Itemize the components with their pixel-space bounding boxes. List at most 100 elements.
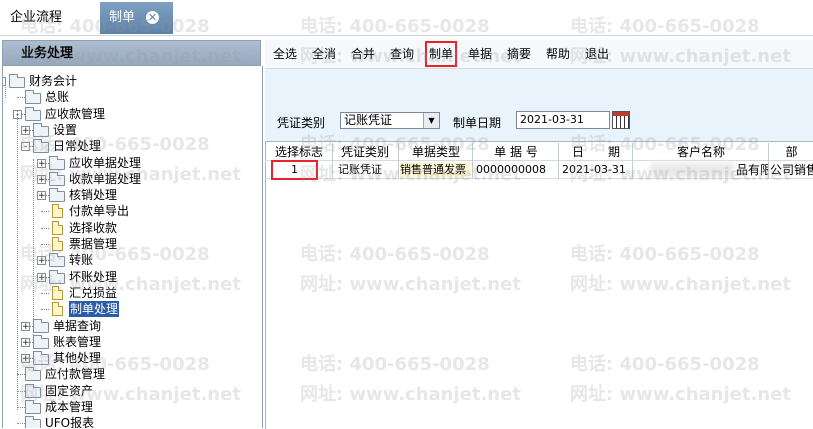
select-all-button[interactable]: 全选: [273, 45, 297, 63]
expand-icon[interactable]: +: [21, 125, 30, 135]
tree-node[interactable]: + 转账: [3, 252, 258, 268]
tree-node[interactable]: + 设置: [3, 122, 258, 138]
department-cell[interactable]: 公司销售: [770, 162, 813, 178]
expand-icon[interactable]: +: [21, 321, 30, 331]
folder-icon: [33, 139, 49, 154]
expand-icon[interactable]: +: [37, 158, 46, 168]
tree-node-label[interactable]: 日常处理: [53, 138, 101, 154]
tree-node-label[interactable]: 账表管理: [53, 334, 101, 350]
row-divider: [265, 178, 813, 179]
expand-icon[interactable]: +: [21, 337, 30, 347]
header-divider: [265, 160, 813, 161]
folder-icon: [25, 90, 41, 105]
tree-node[interactable]: - 日常处理: [3, 138, 258, 154]
voucher-type-value: 记账凭证: [344, 113, 393, 127]
tree-node[interactable]: + 单据查询: [3, 318, 258, 334]
tree-node-label[interactable]: 坏账处理: [69, 269, 117, 285]
help-button[interactable]: 帮助: [546, 45, 570, 63]
col-header-department[interactable]: 部: [770, 144, 813, 160]
select-flag-cell[interactable]: 1: [271, 160, 318, 180]
tree-node[interactable]: + 收款单据处理: [3, 171, 258, 187]
tree-node-label[interactable]: 财务会计: [29, 73, 77, 89]
tree-node-label[interactable]: 汇兑损益: [69, 285, 117, 301]
col-header-date[interactable]: 日 期: [560, 144, 632, 160]
col-header-document-type[interactable]: 单据类型: [400, 144, 472, 160]
col-header-voucher-type[interactable]: 凭证类别: [334, 144, 396, 160]
deselect-all-button[interactable]: 全消: [312, 45, 336, 63]
folder-icon: [25, 416, 41, 428]
document-number-cell[interactable]: 0000000008: [476, 162, 556, 178]
expand-icon[interactable]: +: [37, 191, 46, 201]
tree-node[interactable]: 总账: [3, 89, 258, 105]
tree-node-label[interactable]: 核销处理: [69, 187, 117, 203]
tree-node-label[interactable]: 票据管理: [69, 236, 117, 252]
tree-node[interactable]: 应付款管理: [3, 366, 258, 382]
tree-node-label[interactable]: 总账: [45, 89, 69, 105]
close-icon[interactable]: ✕: [146, 11, 159, 24]
tree-node-label[interactable]: 付款单导出: [69, 203, 129, 219]
tree-connector: [17, 97, 25, 99]
tree-node-label[interactable]: 设置: [53, 122, 77, 138]
tree-node[interactable]: + 应收单据处理: [3, 155, 258, 171]
tree-node-label[interactable]: 单据查询: [53, 318, 101, 334]
expand-icon[interactable]: +: [37, 272, 46, 282]
tab-enterprise-process[interactable]: 企业流程: [0, 0, 72, 35]
tree-node-label[interactable]: 其他处理: [53, 350, 101, 366]
voucher-type-select[interactable]: 记账凭证 ▼: [340, 112, 440, 129]
voucher-type-cell[interactable]: 记账凭证: [338, 162, 396, 178]
make-voucher-button[interactable]: 制单: [424, 41, 458, 67]
tab-label: 制单: [109, 10, 136, 25]
chevron-down-icon[interactable]: ▼: [423, 113, 439, 128]
tree-node-label[interactable]: 应付款管理: [45, 366, 105, 382]
col-header-select-flag[interactable]: 选择标志: [268, 144, 330, 160]
tree-guide: [33, 159, 34, 349]
exit-button[interactable]: 退出: [585, 45, 609, 63]
col-header-document-number[interactable]: 单 据 号: [474, 144, 558, 160]
tree-node[interactable]: + 核销处理: [3, 187, 258, 203]
tree-node[interactable]: - 应收款管理: [3, 106, 258, 122]
folder-icon: [9, 74, 25, 88]
folder-icon: [33, 334, 49, 349]
tree-node-label[interactable]: 成本管理: [45, 399, 93, 415]
col-header-customer-name[interactable]: 客户名称: [634, 144, 768, 160]
collapse-icon[interactable]: -: [21, 142, 30, 152]
voucher-date-input[interactable]: 2021-03-31: [516, 111, 610, 129]
tree-node-label[interactable]: 转账: [69, 252, 93, 268]
document-button[interactable]: 单据: [468, 45, 492, 63]
tree-node-label[interactable]: 收款单据处理: [69, 171, 141, 187]
tree-node[interactable]: UFO报表: [3, 415, 258, 428]
calendar-icon[interactable]: [612, 111, 630, 129]
tree-node[interactable]: 票据管理: [3, 236, 258, 252]
tree-node-label[interactable]: 固定资产: [45, 383, 93, 399]
tree-node-label[interactable]: 应收单据处理: [69, 155, 141, 171]
tree-node-label[interactable]: 选择收款: [69, 220, 117, 236]
tree-node-label[interactable]: 应收款管理: [45, 106, 105, 122]
summary-button[interactable]: 摘要: [507, 45, 531, 63]
tree-connector: [41, 211, 49, 213]
query-button[interactable]: 查询: [390, 45, 414, 63]
tree-node[interactable]: + 其他处理: [3, 350, 258, 366]
tree-node[interactable]: 汇兑损益: [3, 285, 258, 301]
document-icon: [52, 237, 63, 251]
tree-node[interactable]: 成本管理: [3, 399, 258, 415]
date-cell[interactable]: 2021-03-31: [562, 162, 630, 178]
tree-node-label[interactable]: UFO报表: [45, 415, 94, 428]
folder-icon: [33, 351, 49, 366]
expand-icon[interactable]: +: [37, 174, 46, 184]
tree-node[interactable]: + 坏账处理: [3, 269, 258, 285]
tab-voucher-making[interactable]: 制单 ✕: [100, 2, 173, 34]
tree-node[interactable]: + 账表管理: [3, 334, 258, 350]
document-type-cell[interactable]: 销售普通发票: [400, 162, 471, 178]
tree-node[interactable]: 固定资产: [3, 383, 258, 399]
voucher-date-label: 制单日期: [453, 116, 502, 130]
tree-node[interactable]: 选择收款: [3, 220, 258, 236]
tree-node[interactable]: 付款单导出: [3, 203, 258, 219]
expand-icon[interactable]: +: [37, 256, 46, 266]
document-icon: [52, 220, 63, 235]
customer-name-cell[interactable]: 品有限: [736, 162, 768, 178]
tree-node[interactable]: 制单处理: [3, 301, 258, 318]
expand-icon[interactable]: +: [21, 354, 30, 364]
merge-button[interactable]: 合并: [351, 45, 375, 63]
tree-node[interactable]: -财务会计: [3, 73, 258, 89]
tree-node-label[interactable]: 制单处理: [69, 301, 120, 318]
